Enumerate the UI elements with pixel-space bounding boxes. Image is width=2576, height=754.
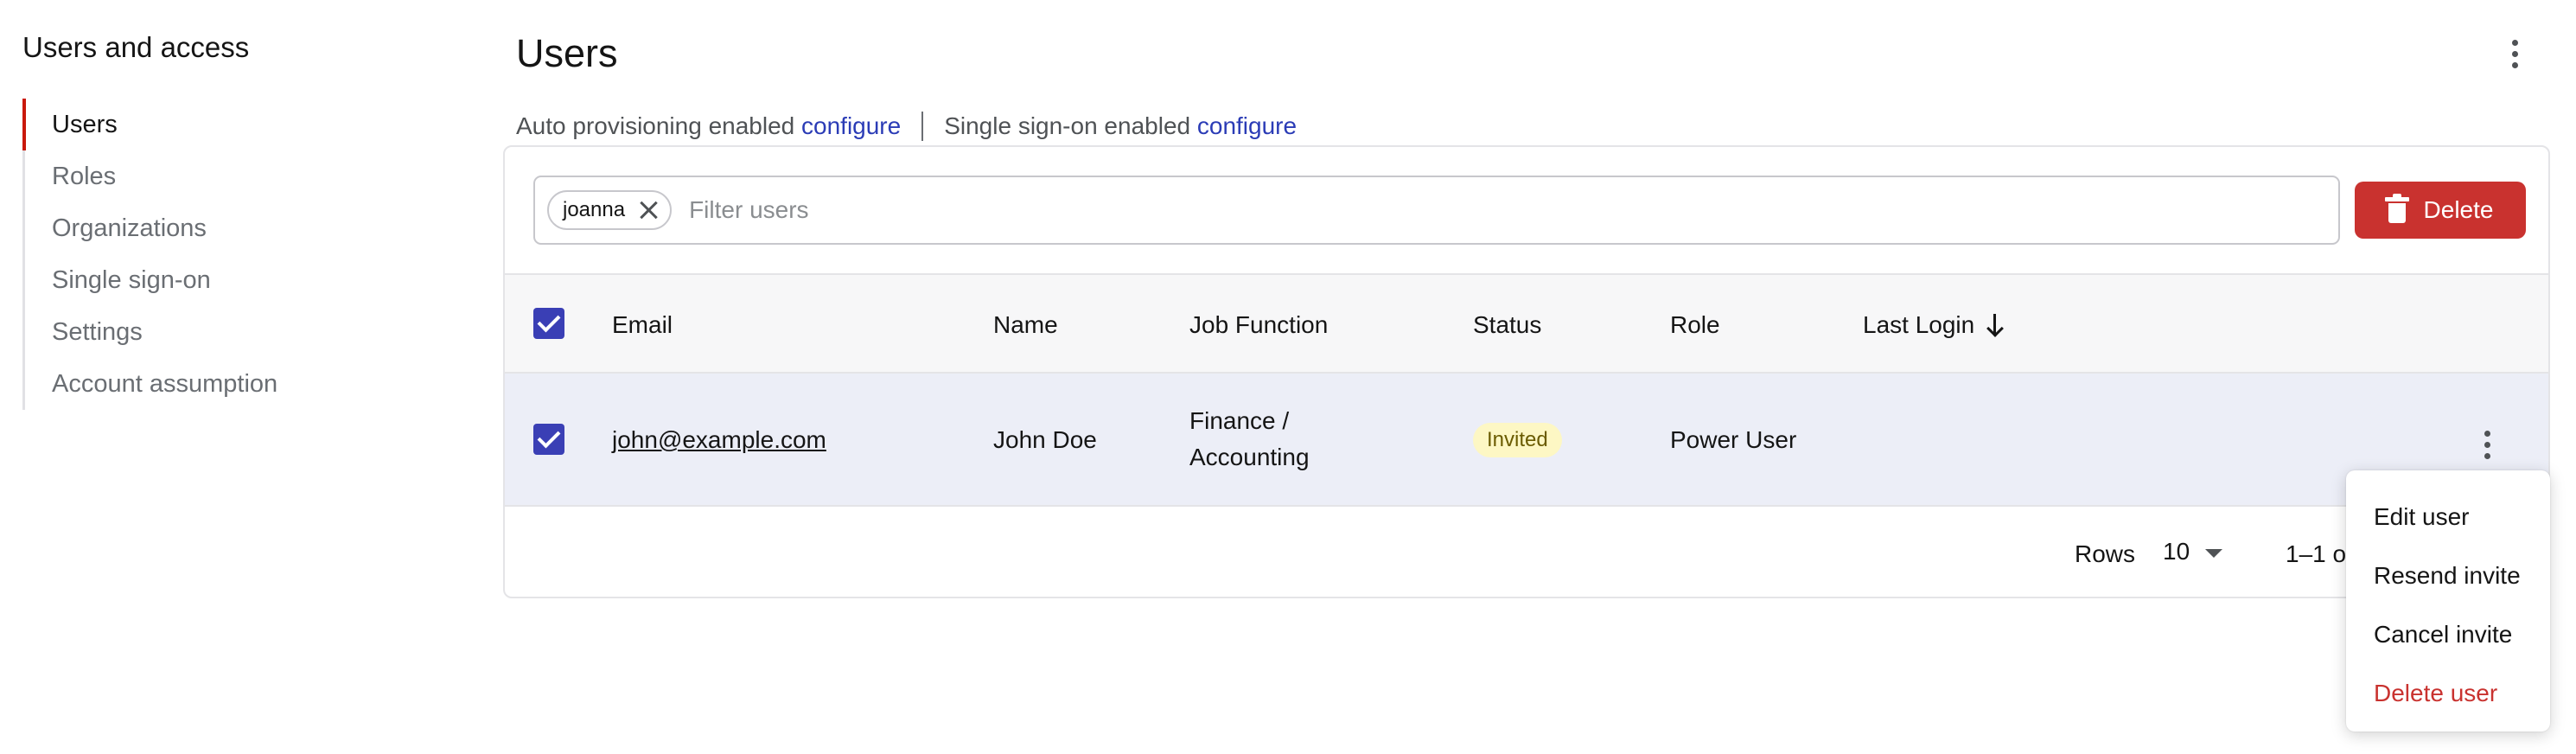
auto-provisioning-text: Auto provisioning enabled: [516, 112, 795, 139]
column-header-last-login[interactable]: Last Login: [1863, 307, 2004, 343]
sso-configure-link[interactable]: configure: [1197, 109, 1297, 144]
row-actions-menu: Edit user Resend invite Cancel invite De…: [2346, 470, 2550, 732]
sidebar-item-account-assumption[interactable]: Account assumption: [25, 358, 437, 410]
sidebar: Users and access Users Roles Organizatio…: [22, 26, 437, 410]
column-header-email[interactable]: Email: [612, 307, 673, 343]
page-actions-kebab-icon[interactable]: [2502, 35, 2528, 73]
menu-item-delete-user[interactable]: Delete user: [2346, 664, 2550, 723]
table-toolbar: joanna Delete: [505, 147, 2548, 273]
row-role: Power User: [1670, 426, 1797, 453]
delete-button[interactable]: Delete: [2355, 182, 2526, 239]
sidebar-item-organizations[interactable]: Organizations: [25, 202, 437, 254]
rows-per-page-value: 10: [2163, 538, 2190, 565]
sidebar-item-roles[interactable]: Roles: [25, 150, 437, 202]
row-job-function-line2: Accounting: [1189, 444, 1310, 470]
select-all-checkbox[interactable]: [533, 308, 564, 339]
divider: [921, 112, 924, 141]
column-header-last-login-label: Last Login: [1863, 311, 1975, 338]
filter-chip-label: joanna: [563, 198, 626, 221]
arrow-down-icon: [1986, 312, 2004, 336]
column-header-status[interactable]: Status: [1473, 307, 1541, 343]
pagination-range: 1–1 o: [2286, 540, 2347, 567]
page-title: Users: [516, 31, 618, 75]
search-input[interactable]: [689, 196, 2159, 224]
trash-icon: [2384, 194, 2409, 223]
sidebar-item-settings[interactable]: Settings: [25, 306, 437, 358]
close-icon[interactable]: [639, 201, 658, 220]
table-pagination: Rows 10 1–1 o: [505, 507, 2548, 597]
row-actions-kebab-icon[interactable]: [2474, 425, 2500, 463]
rows-per-page-label: Rows: [2075, 540, 2136, 567]
sso-text: Single sign-on enabled: [944, 112, 1191, 139]
menu-item-cancel-invite[interactable]: Cancel invite: [2346, 605, 2550, 664]
filter-box[interactable]: joanna: [533, 176, 2340, 245]
column-header-name[interactable]: Name: [993, 307, 1058, 343]
row-name: John Doe: [993, 426, 1097, 453]
provisioning-status-bar: Auto provisioning enabled configure Sing…: [516, 109, 1297, 144]
table-row[interactable]: john@example.com John Doe Finance / Acco…: [505, 374, 2548, 507]
row-email-link[interactable]: john@example.com: [612, 422, 826, 458]
column-header-role[interactable]: Role: [1670, 307, 1720, 343]
sidebar-nav: Users Roles Organizations Single sign-on…: [22, 99, 437, 410]
users-table-card: joanna Delete Email Name Job Function St…: [503, 145, 2550, 598]
table-header: Email Name Job Function Status Role Last…: [505, 273, 2548, 374]
status-badge: Invited: [1473, 423, 1562, 457]
menu-item-resend-invite[interactable]: Resend invite: [2346, 546, 2550, 605]
column-header-job-function[interactable]: Job Function: [1189, 307, 1328, 343]
filter-chip: joanna: [547, 190, 673, 230]
sidebar-item-single-sign-on[interactable]: Single sign-on: [25, 254, 437, 306]
row-email[interactable]: john@example.com: [612, 426, 826, 453]
menu-item-edit-user[interactable]: Edit user: [2346, 488, 2550, 546]
row-checkbox[interactable]: [533, 424, 564, 455]
sidebar-title: Users and access: [22, 31, 250, 63]
rows-per-page-select[interactable]: 10: [2163, 534, 2223, 569]
sidebar-item-users[interactable]: Users: [22, 99, 437, 150]
row-job-function: Finance / Accounting: [1189, 403, 1310, 476]
row-job-function-line1: Finance /: [1189, 407, 1290, 434]
caret-down-icon: [2205, 549, 2223, 558]
auto-provisioning-configure-link[interactable]: configure: [801, 109, 901, 144]
delete-button-label: Delete: [2423, 196, 2494, 223]
